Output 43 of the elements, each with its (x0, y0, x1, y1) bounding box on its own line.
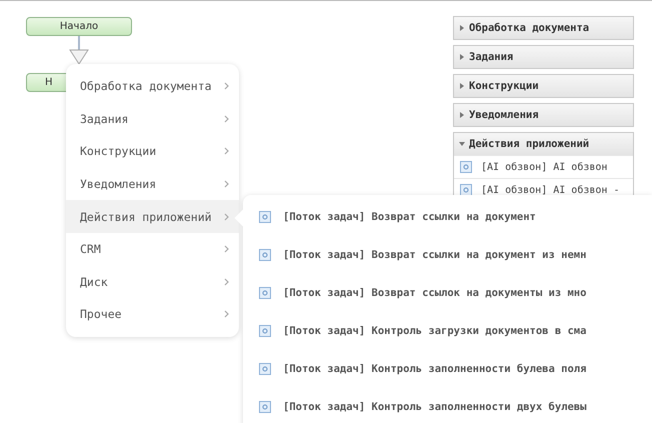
menu-item[interactable]: Диск (66, 266, 239, 298)
chevron-right-icon (224, 212, 229, 221)
caret-right-icon (459, 25, 465, 31)
chevron-right-icon (224, 114, 229, 123)
chevron-right-icon (224, 278, 229, 286)
caret-right-icon (459, 112, 465, 118)
start-node[interactable]: Начало (26, 17, 132, 36)
submenu-item[interactable]: [Поток задач] Контроль заполненности булева поля (243, 350, 621, 388)
action-icon (259, 249, 271, 261)
chevron-right-icon (224, 310, 229, 318)
menu-item[interactable]: Обработка документа (66, 70, 239, 103)
menu-item[interactable]: Задания (66, 102, 239, 136)
connector-arrow (69, 36, 89, 66)
caret-down-icon (459, 141, 465, 147)
palette-group-header[interactable]: Действия приложений (454, 133, 633, 155)
action-icon (259, 401, 271, 413)
submenu-item[interactable]: [Поток задач] Контроль загрузки документов в сма (243, 312, 621, 350)
action-icon (259, 287, 271, 299)
submenu-item[interactable]: [Поток задач] Возврат ссылок на документы из мно (243, 274, 621, 312)
menu-item[interactable]: Конструкции (66, 135, 239, 168)
caret-right-icon (459, 54, 465, 60)
chevron-right-icon (224, 180, 229, 188)
caret-right-icon (459, 83, 465, 89)
menu-item[interactable]: Действия приложений (66, 200, 239, 233)
submenu-item[interactable]: [Поток задач] Контроль заполненности двух булевы (243, 388, 621, 423)
submenu-item[interactable]: [Поток задач] Возврат ссылки на документ (243, 198, 621, 236)
palette-group-header[interactable]: Обработка документа (454, 17, 633, 39)
palette-group-header[interactable]: Конструкции (454, 75, 633, 97)
menu-item[interactable]: Прочее (66, 298, 239, 331)
action-icon (259, 325, 271, 337)
chevron-right-icon (224, 82, 229, 90)
action-icon (259, 363, 271, 375)
action-icon (460, 161, 472, 173)
palette-item[interactable]: [AI обзвон] AI обзвон (454, 155, 633, 178)
submenu-item[interactable]: [Поток задач] Возврат ссылки на документ из немн (243, 236, 621, 274)
menu-item[interactable]: Уведомления (66, 168, 239, 200)
action-icon (259, 211, 271, 223)
chevron-right-icon (224, 147, 229, 156)
chevron-right-icon (224, 245, 229, 254)
action-icon (460, 184, 472, 196)
palette-group-header[interactable]: Уведомления (454, 104, 633, 126)
menu-item[interactable]: CRM (66, 232, 239, 266)
palette-group-header[interactable]: Задания (454, 46, 633, 68)
